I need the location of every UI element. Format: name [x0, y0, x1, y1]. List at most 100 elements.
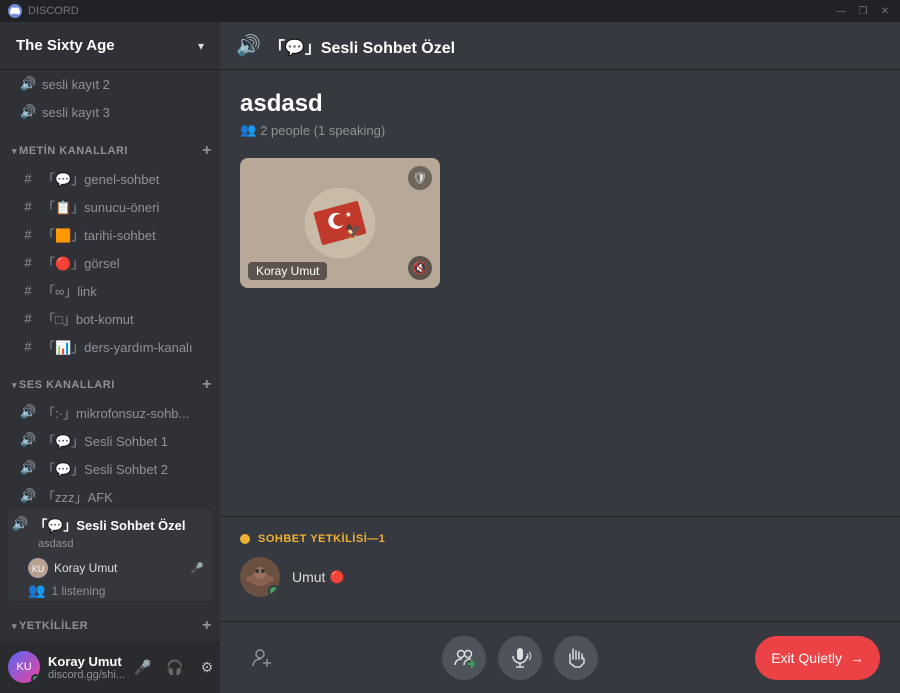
listener-label: 1 listening [51, 584, 105, 598]
add-members-button[interactable] [442, 636, 486, 680]
toolbar-right: Exit Quietly → [755, 636, 880, 680]
server-header[interactable]: The Sixty Age ▾ [0, 22, 220, 70]
shield-icon: 🛡 [408, 166, 432, 190]
mute-icon: 🎤 [190, 562, 204, 575]
minimize-button[interactable]: — [834, 6, 848, 17]
sidebar-item-bot-komut[interactable]: # 「□」bot-komut [8, 304, 212, 332]
sidebar-item-ders-yardim[interactable]: # 「📊」ders-yardım-kanalı [8, 332, 212, 360]
toolbar-left [240, 636, 284, 680]
restore-button[interactable]: ❐ [856, 6, 870, 17]
status-icons: 🎤 🎧 ⚙ [129, 653, 220, 681]
voice-participant-listener[interactable]: 👥 1 listening [8, 580, 212, 601]
channel-label: 「📊」ders-yardım-kanalı [42, 337, 204, 356]
server-name: The Sixty Age [16, 37, 115, 54]
channel-label: sesli kayıt 2 [42, 77, 204, 92]
volume-icon: 🔊 [20, 460, 36, 476]
volume-icon: 🔊 [20, 404, 36, 420]
moderator-user: Umut 🔴 [240, 557, 880, 597]
raise-hand-button[interactable] [554, 636, 598, 680]
yetkili-channels-header[interactable]: ▾ YETKİLİLER + [0, 601, 220, 639]
mod-avatar [240, 557, 280, 597]
participant-card: ★ 🦅 🛡 Koray Umut 🔇 [240, 158, 440, 288]
section-chevron-icon: ▾ [12, 146, 17, 157]
channel-label: 「💬」Sesli Sohbet 2 [42, 459, 204, 478]
participant-name: Koray Umut [54, 561, 117, 575]
sidebar-item-sesli-kayit-2[interactable]: 🔊 sesli kayıt 2 [8, 70, 212, 98]
listener-icon: 👥 [28, 582, 45, 599]
active-voice-channel: 🔊 「💬」Sesli Sohbet Özel asdasd KU Koray U… [8, 510, 212, 601]
mod-username: Umut [292, 569, 325, 585]
speaking-text: 2 people (1 speaking) [260, 123, 385, 138]
svg-text:KU: KU [32, 564, 45, 574]
channel-label: 「🔴」görsel [42, 253, 204, 272]
participant-avatar: KU [28, 558, 48, 578]
add-voice-channel-button[interactable]: + [202, 376, 212, 394]
volume-icon: 🔊 [20, 76, 36, 92]
add-user-button[interactable] [240, 636, 284, 680]
mic-toggle-button[interactable]: 🎤 [129, 653, 157, 681]
sidebar-item-mikrofonsuz[interactable]: 🔊 「:·」mikrofonsuz-sohb... [8, 398, 212, 426]
status-tag: discord.gg/shi... [48, 669, 125, 681]
sidebar-content: 🔊 sesli kayıt 2 🔊 sesli kayıt 3 ▾ METİN … [0, 70, 220, 641]
volume-icon: 🔊 [20, 432, 36, 448]
channel-header-name: 「💬」Sesli Sohbet Özel [269, 34, 455, 58]
volume-icon: 🔊 [20, 104, 36, 120]
section-title: YETKİLİLER [19, 620, 202, 632]
add-text-channel-button[interactable]: + [202, 142, 212, 160]
sidebar-item-link[interactable]: # 「∞」link [8, 276, 212, 304]
app-body: The Sixty Age ▾ 🔊 sesli kayıt 2 🔊 sesli … [0, 22, 900, 693]
channel-label: 「🟧」tarihi-sohbet [42, 225, 204, 244]
sidebar-item-sunucu-oneri[interactable]: # 「📋」sunucu-öneri [8, 192, 212, 220]
active-channel-name: 「💬」Sesli Sohbet Özel [34, 515, 185, 534]
channel-label: 「💬」Sesli Sohbet 1 [42, 431, 204, 450]
mod-badge: 🔴 [329, 570, 344, 584]
status-username: Koray Umut [48, 654, 125, 669]
user-settings-button[interactable]: ⚙ [193, 653, 220, 681]
mod-section-title: SOHBET YETKİLİSİ—1 [258, 533, 385, 545]
voice-channels-header[interactable]: ▾ SES KANALLARI + [0, 360, 220, 398]
sidebar-item-gorsel[interactable]: # 「🔴」görsel [8, 248, 212, 276]
participant-mute-icon: 🔇 [408, 256, 432, 280]
moderators-section: SOHBET YETKİLİSİ—1 [220, 516, 900, 621]
text-channels-header[interactable]: ▾ METİN KANALLARI + [0, 126, 220, 164]
status-bar: KU Koray Umut discord.gg/shi... 🎤 🎧 ⚙ [0, 641, 220, 693]
exit-arrow-icon: → [850, 650, 864, 666]
moderator-header: SOHBET YETKİLİSİ—1 [240, 533, 880, 545]
online-dot [31, 674, 40, 683]
participant-name: Koray Umut [256, 264, 319, 278]
main-content: 🔊 「💬」Sesli Sohbet Özel asdasd 👥 2 people… [220, 22, 900, 693]
titlebar-left: DISCORD [8, 4, 79, 18]
svg-text:🦅: 🦅 [345, 222, 362, 240]
speaking-count: 👥 2 people (1 speaking) [240, 122, 880, 138]
close-button[interactable]: ✕ [878, 6, 892, 17]
active-voice-label[interactable]: 🔊 「💬」Sesli Sohbet Özel [8, 510, 212, 538]
user-info: Koray Umut discord.gg/shi... [48, 654, 125, 681]
sidebar-item-afk[interactable]: 🔊 「zzz」AFK [8, 482, 212, 510]
sidebar-item-genel-sohbet[interactable]: # 「💬」genel-sohbet [8, 164, 212, 192]
exit-label: Exit Quietly [771, 650, 842, 666]
status-user: KU Koray Umut discord.gg/shi... [8, 651, 125, 683]
sidebar-item-sesli-sohbet-1[interactable]: 🔊 「💬」Sesli Sohbet 1 [8, 426, 212, 454]
headset-toggle-button[interactable]: 🎧 [161, 653, 189, 681]
avatar: KU [8, 651, 40, 683]
active-voice-sublabel: asdasd [8, 538, 212, 552]
sidebar-item-tarihi-sohbet[interactable]: # 「🟧」tarihi-sohbet [8, 220, 212, 248]
sidebar-item-sesli-kayit-3[interactable]: 🔊 sesli kayıt 3 [8, 98, 212, 126]
mod-dot [240, 534, 250, 544]
channel-type-icon: 🔊 [236, 33, 261, 58]
hash-icon: # [20, 171, 36, 186]
active-volume-icon: 🔊 [12, 516, 28, 532]
add-yetkili-channel-button[interactable]: + [202, 617, 212, 635]
voice-room-user: asdasd [240, 90, 880, 118]
channel-label: 「□」bot-komut [42, 309, 204, 328]
hash-icon: # [20, 311, 36, 326]
discord-icon [8, 4, 22, 18]
people-icon: 👥 [240, 122, 256, 138]
exit-quietly-button[interactable]: Exit Quietly → [755, 636, 880, 680]
channel-label: 「:·」mikrofonsuz-sohb... [42, 403, 204, 422]
hash-icon: # [20, 283, 36, 298]
mic-effect-button[interactable] [498, 636, 542, 680]
channel-label: 「∞」link [42, 281, 204, 300]
sidebar-item-sesli-sohbet-2[interactable]: 🔊 「💬」Sesli Sohbet 2 [8, 454, 212, 482]
voice-participant-koray[interactable]: KU Koray Umut 🎤 [8, 556, 212, 580]
